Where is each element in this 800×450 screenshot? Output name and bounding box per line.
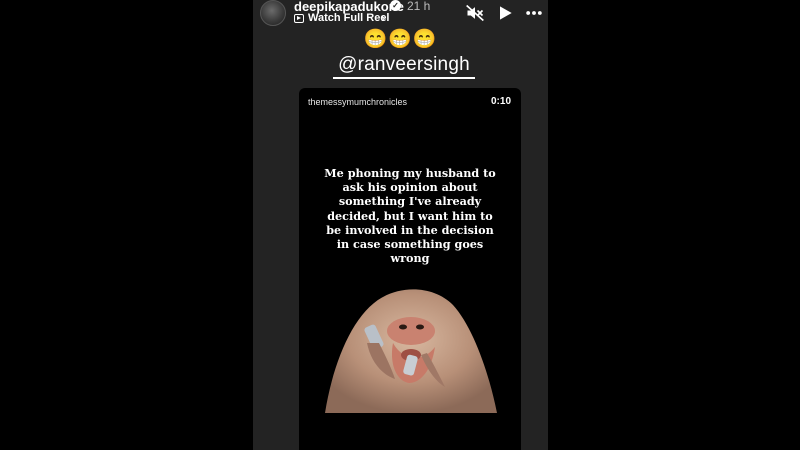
avatar[interactable] <box>260 0 286 26</box>
meme-caption: Me phoning my husband to ask his opinion… <box>324 166 496 266</box>
volume-mute-icon[interactable] <box>464 3 486 23</box>
reel-icon <box>294 14 304 23</box>
story-header: deepikapadukone ✓ 21 h Watch Full Reel › <box>253 0 548 30</box>
reel-duration: 0:10 <box>490 96 511 107</box>
story-time: 21 h <box>407 0 431 13</box>
shared-reel-card[interactable]: themessymumchronicles 0:10 Me phoning my… <box>299 88 521 450</box>
more-options-icon[interactable] <box>523 3 545 23</box>
play-icon[interactable] <box>494 3 516 23</box>
story-panel: deepikapadukone ✓ 21 h Watch Full Reel ›… <box>253 0 548 450</box>
monkey-on-phone-image <box>325 289 497 413</box>
emoji-sticker: 😁😁😁 <box>363 29 438 50</box>
mention-sticker[interactable]: @ranveersingh <box>333 54 475 79</box>
chevron-right-icon[interactable]: › <box>381 10 385 25</box>
reel-source-username[interactable]: themessymumchronicles <box>308 97 407 107</box>
verified-badge-icon: ✓ <box>390 0 401 11</box>
watch-full-reel-link[interactable]: Watch Full Reel <box>308 12 390 24</box>
